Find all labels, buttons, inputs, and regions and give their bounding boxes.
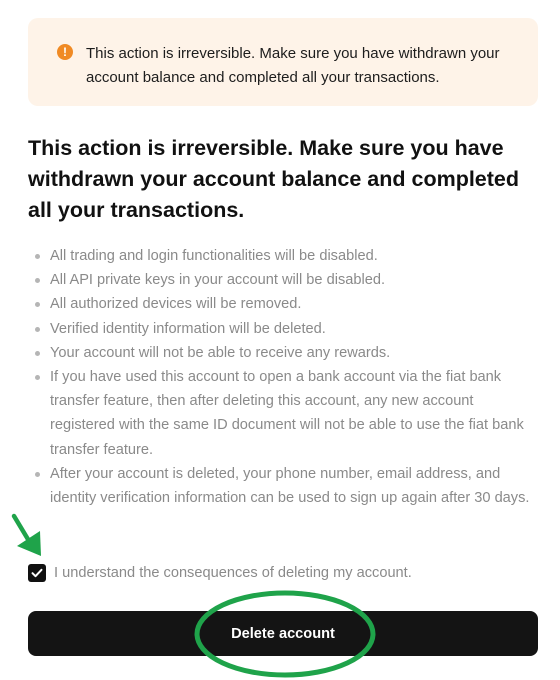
list-item: Your account will not be able to receive… [28,341,533,365]
consequence-list: All trading and login functionalities wi… [28,244,533,510]
warning-banner-text: This action is irreversible. Make sure y… [86,45,500,86]
delete-account-page: ! This action is irreversible. Make sure… [0,0,560,680]
exclamation-circle-icon: ! [57,44,73,60]
list-item: Verified identity information will be de… [28,317,533,341]
acknowledgement-label[interactable]: I understand the consequences of deletin… [54,565,412,581]
list-item: All API private keys in your account wil… [28,268,533,292]
list-item: After your account is deleted, your phon… [28,462,533,510]
warning-banner: ! This action is irreversible. Make sure… [28,18,538,106]
list-item: If you have used this account to open a … [28,365,533,462]
highlight-ellipse [194,590,376,678]
list-item: All trading and login functionalities wi… [28,244,533,268]
acknowledgement-checkbox[interactable] [28,564,46,582]
page-heading: This action is irreversible. Make sure y… [28,136,520,222]
acknowledgement-row: I understand the consequences of deletin… [28,563,412,583]
list-item: All authorized devices will be removed. [28,292,533,316]
arrow-down-right-icon [11,513,41,556]
checkmark-icon [31,568,43,578]
